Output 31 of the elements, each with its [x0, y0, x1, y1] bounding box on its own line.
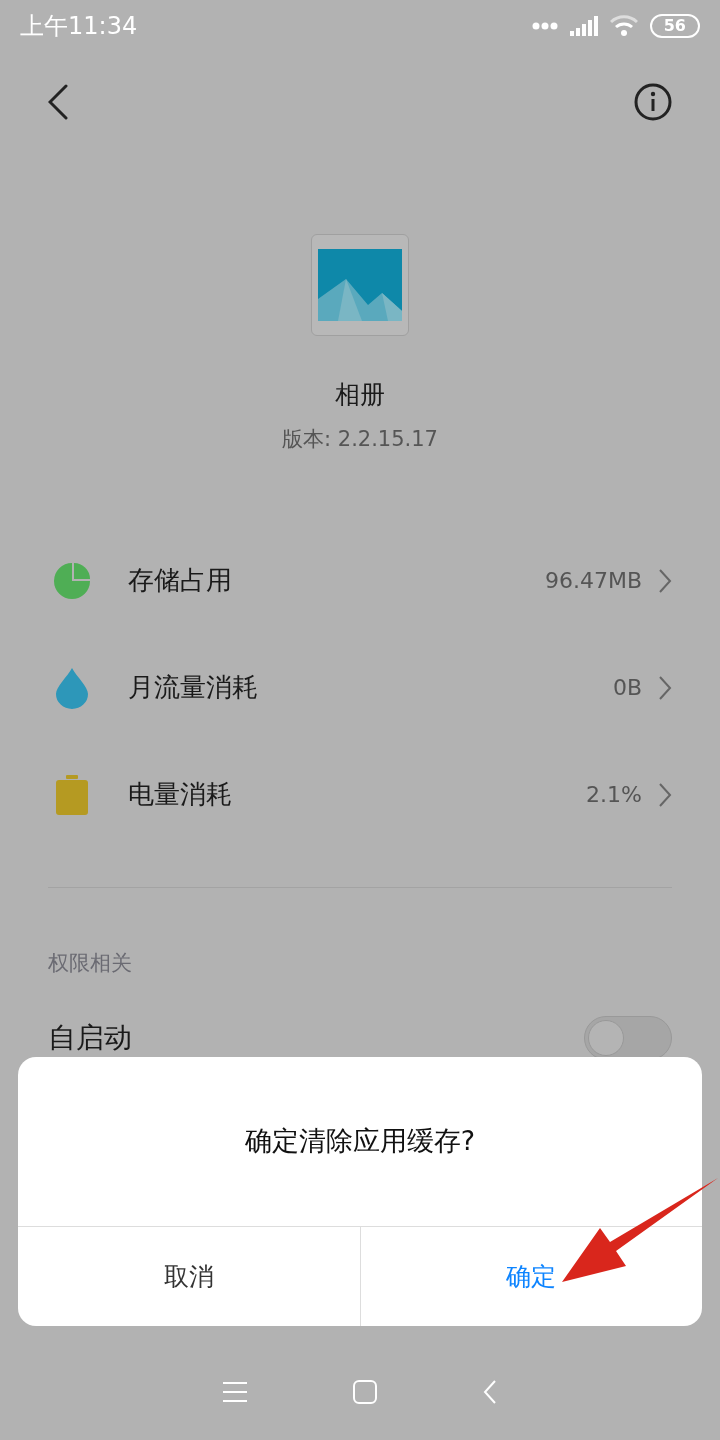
home-icon[interactable] — [353, 1380, 377, 1404]
settings-row[interactable]: 存储占用 96.47MB — [0, 527, 720, 634]
pie-chart-icon — [53, 561, 91, 600]
row-value: 96.47MB — [544, 567, 642, 595]
row-label: 存储占用 — [128, 564, 232, 597]
signal-icon — [569, 16, 598, 36]
back-icon[interactable] — [48, 84, 68, 120]
chevron-right-icon — [658, 567, 672, 594]
menu-icon[interactable] — [223, 1381, 247, 1403]
dialog-message: 确定清除应用缓存? — [244, 1124, 476, 1159]
row-label: 电量消耗 — [128, 778, 232, 811]
chevron-right-icon — [658, 674, 672, 701]
battery-indicator: 56 — [649, 14, 700, 38]
cancel-button[interactable]: 取消 — [18, 1227, 360, 1326]
section-title: 权限相关 — [48, 950, 133, 977]
info-icon[interactable] — [634, 83, 672, 121]
setting-label: 自启动 — [48, 1021, 132, 1054]
dots-icon — [531, 22, 558, 30]
row-value: 2.1% — [586, 781, 642, 809]
status-time: 上午11:34 — [20, 11, 138, 42]
app-name: 相册 — [335, 379, 385, 411]
app-version: 版本: 2.2.15.17 — [282, 425, 438, 453]
wifi-icon — [609, 15, 638, 37]
battery-icon — [56, 774, 88, 815]
settings-row[interactable]: 月流量消耗 0B — [0, 634, 720, 741]
toggle-switch[interactable] — [584, 1015, 672, 1060]
water-drop-icon — [55, 666, 89, 709]
row-value: 0B — [612, 674, 642, 702]
row-label: 月流量消耗 — [128, 671, 258, 704]
chevron-right-icon — [658, 781, 672, 808]
settings-row[interactable]: 电量消耗 2.1% — [0, 741, 720, 848]
